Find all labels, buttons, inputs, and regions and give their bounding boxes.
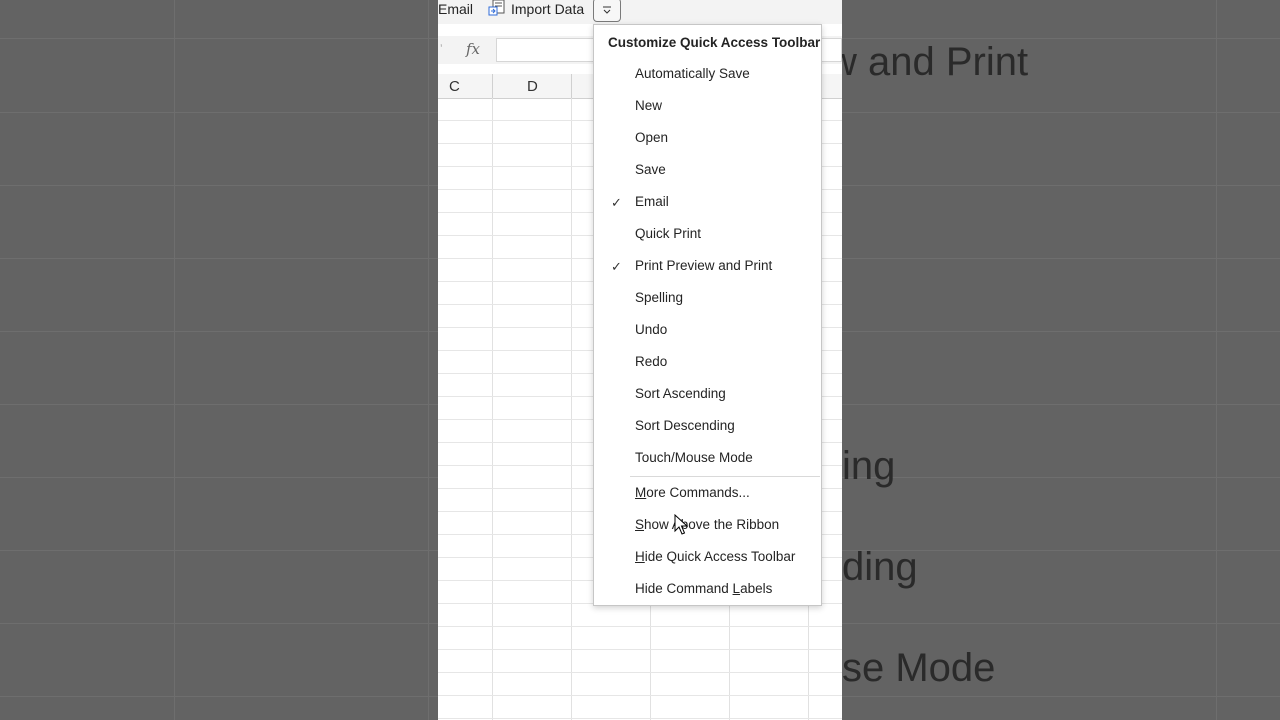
bg-text-fragment: w and Print (828, 40, 1029, 84)
menu-item-show-above-ribbon[interactable]: Show Above the Ribbon (594, 512, 821, 540)
column-header-d[interactable]: D (527, 78, 538, 95)
menu-item-touch-mouse-mode[interactable]: Touch/Mouse Mode (594, 445, 821, 473)
email-button[interactable]: Email (438, 0, 473, 18)
menu-item-label: Spelling (635, 290, 684, 305)
bg-text-fragment: ing (842, 444, 896, 488)
grid-line (438, 626, 842, 627)
menu-item-redo[interactable]: Redo (594, 349, 821, 377)
menu-item-undo[interactable]: Undo (594, 317, 821, 345)
menu-item-label: Automatically Save (635, 66, 750, 81)
menu-title: Customize Quick Access Toolbar (608, 35, 821, 50)
bg-grid-line (1216, 0, 1217, 720)
grid-line (438, 649, 842, 650)
menu-item-label: Sort Ascending (635, 386, 726, 401)
bg-grid-line (174, 0, 175, 720)
menu-item-label: Quick Print (635, 226, 702, 241)
bg-text-fragment: se Mode (842, 646, 996, 690)
menu-separator (630, 476, 820, 477)
menu-item-save[interactable]: Save (594, 157, 821, 185)
menu-item-open[interactable]: Open (594, 125, 821, 153)
menu-item-label: Hide Command Labels (635, 581, 773, 596)
column-header-c[interactable]: C (449, 78, 460, 95)
menu-item-more-commands[interactable]: More Commands... (594, 480, 821, 508)
menu-item-print-preview-and-print[interactable]: ✓ Print Preview and Print (594, 253, 821, 281)
menu-item-label: Save (635, 162, 666, 177)
menu-item-label: Touch/Mouse Mode (635, 450, 753, 465)
formula-bar-divider-icon: ʼ (440, 42, 443, 56)
import-data-button[interactable]: Import Data (488, 0, 584, 18)
menu-item-label: More Commands... (635, 485, 750, 500)
import-data-icon (488, 0, 506, 20)
menu-item-label: Open (635, 130, 669, 145)
menu-item-sort-ascending[interactable]: Sort Ascending (594, 381, 821, 409)
menu-item-label: Redo (635, 354, 668, 369)
menu-item-hide-command-labels[interactable]: Hide Command Labels (594, 576, 821, 604)
email-label: Email (438, 1, 474, 17)
menu-item-email[interactable]: ✓ Email (594, 189, 821, 217)
menu-item-sort-descending[interactable]: Sort Descending (594, 413, 821, 441)
menu-item-label: New (635, 98, 663, 113)
grid-line (438, 672, 842, 673)
bg-grid-line (428, 0, 429, 720)
menu-item-label: Email (635, 194, 669, 209)
menu-item-automatically-save[interactable]: Automatically Save (594, 61, 821, 89)
menu-item-label: Print Preview and Print (635, 258, 773, 273)
menu-item-quick-print[interactable]: Quick Print (594, 221, 821, 249)
quick-access-toolbar: Email Import Data (438, 0, 842, 24)
menu-item-new[interactable]: New (594, 93, 821, 121)
customize-qat-menu: Customize Quick Access Toolbar Automatic… (593, 24, 822, 606)
menu-item-label: Show Above the Ribbon (635, 517, 780, 532)
mouse-cursor-icon (674, 513, 689, 541)
import-data-label: Import Data (511, 1, 585, 17)
grid-line (438, 718, 842, 719)
menu-item-label: Hide Quick Access Toolbar (635, 549, 796, 564)
menu-item-label: Undo (635, 322, 668, 337)
menu-item-hide-qat[interactable]: Hide Quick Access Toolbar (594, 544, 821, 572)
grid-line (438, 695, 842, 696)
chevron-down-icon (602, 2, 612, 18)
checkmark-icon: ✓ (611, 259, 622, 274)
bg-text-fragment: ding (842, 545, 918, 589)
customize-qat-dropdown-button[interactable] (593, 0, 621, 22)
checkmark-icon: ✓ (611, 195, 622, 210)
menu-item-spelling[interactable]: Spelling (594, 285, 821, 313)
insert-function-icon[interactable]: fx (466, 40, 480, 58)
menu-item-label: Sort Descending (635, 418, 735, 433)
